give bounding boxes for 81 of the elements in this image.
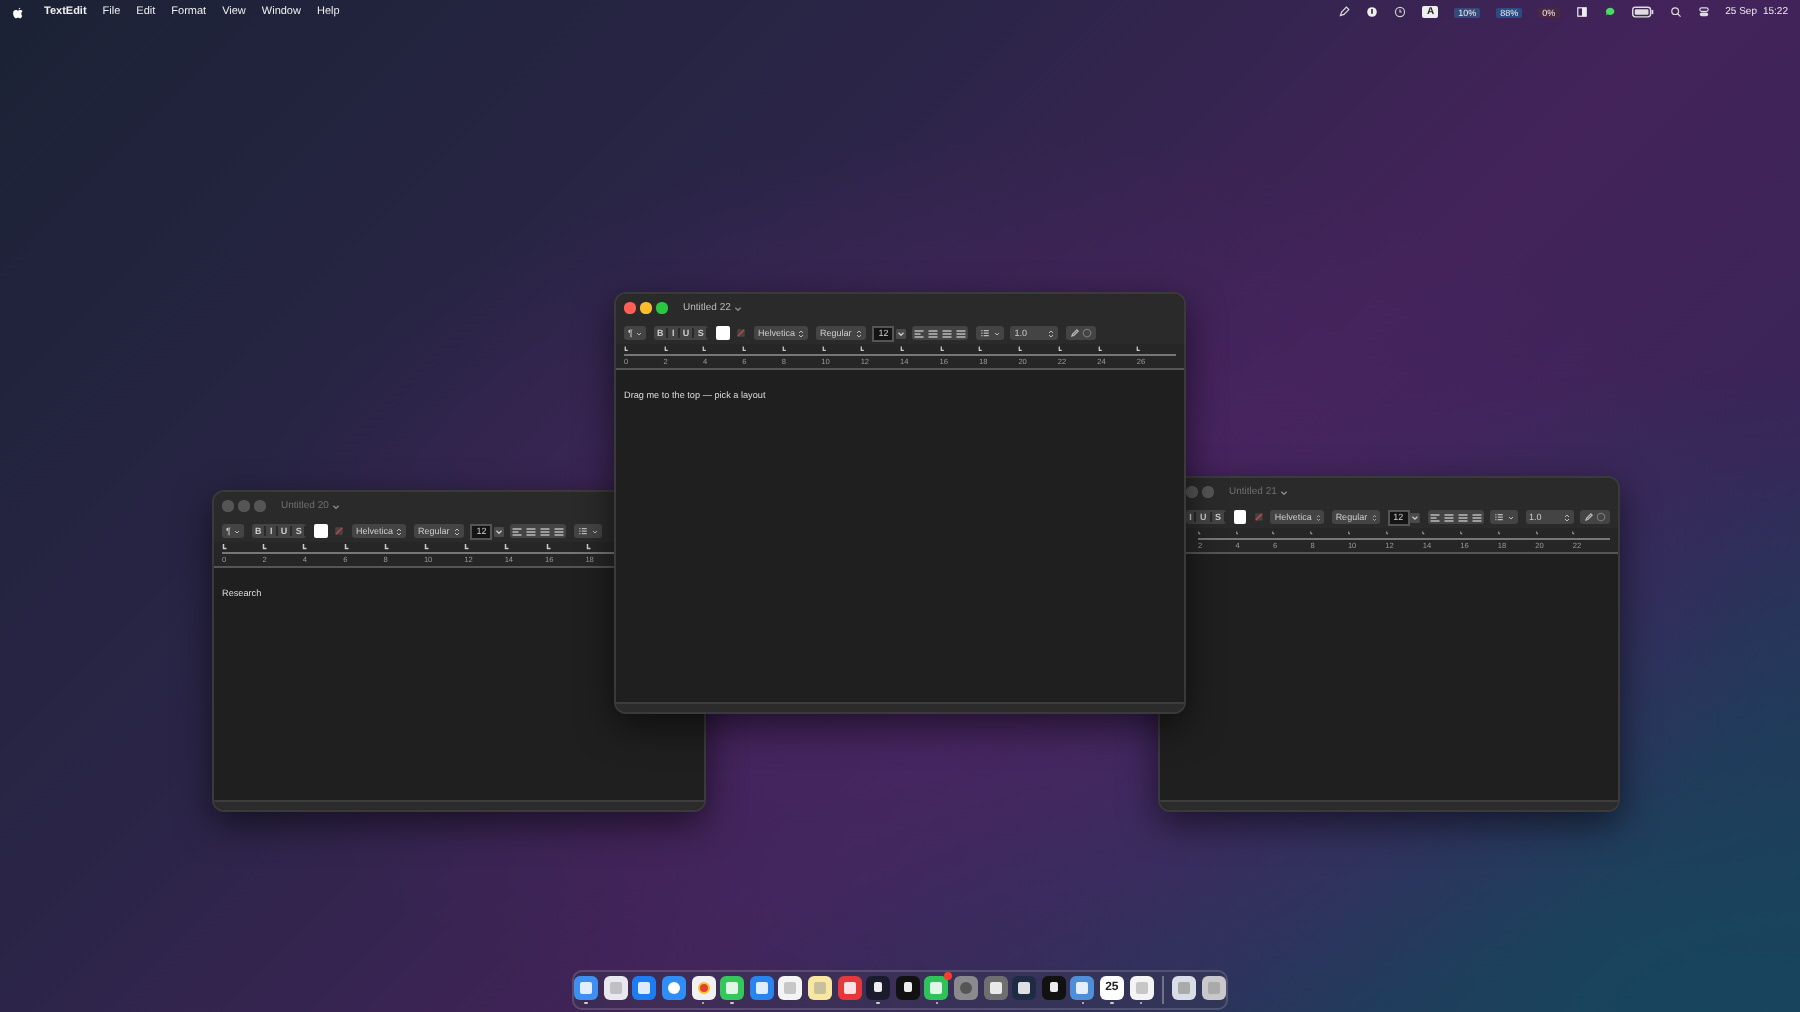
apple-icon[interactable] bbox=[12, 5, 24, 19]
align-icon[interactable] bbox=[552, 525, 567, 537]
align-icon[interactable] bbox=[1427, 511, 1442, 523]
tab-stop-icon[interactable] bbox=[624, 346, 630, 352]
tab-stop-icon[interactable] bbox=[978, 346, 984, 352]
align-icon[interactable] bbox=[1455, 511, 1470, 523]
tab-stop-icon[interactable] bbox=[860, 346, 866, 352]
align-icon[interactable] bbox=[524, 525, 539, 537]
tab-stop-icon[interactable] bbox=[343, 544, 350, 550]
up-down-chevron-icon bbox=[1315, 513, 1321, 521]
minimize-button[interactable] bbox=[640, 302, 651, 314]
crossed-swatch-icon[interactable] bbox=[736, 328, 747, 338]
tab-stop-icon[interactable] bbox=[781, 346, 787, 352]
clock-icon[interactable] bbox=[1394, 6, 1407, 18]
align-icon[interactable] bbox=[926, 327, 941, 339]
tab-stop-icon[interactable] bbox=[585, 544, 592, 550]
sidebar-icon[interactable] bbox=[1575, 6, 1588, 18]
tab-stop-icon[interactable] bbox=[1057, 346, 1063, 352]
color-well[interactable] bbox=[1233, 510, 1247, 524]
up-down-chevron-icon bbox=[1048, 329, 1055, 337]
pencil-icon[interactable] bbox=[1338, 6, 1351, 18]
crossed-swatch-icon[interactable] bbox=[1253, 512, 1264, 522]
search-icon[interactable] bbox=[1669, 6, 1682, 18]
tab-stop-icon[interactable] bbox=[900, 346, 906, 352]
up-down-chevron-icon bbox=[1371, 513, 1377, 521]
align-icon[interactable] bbox=[940, 327, 955, 339]
tab-stop-icon[interactable] bbox=[222, 544, 228, 550]
tab-stop-icon[interactable] bbox=[383, 544, 390, 550]
circle-icon bbox=[1596, 512, 1607, 522]
tab-stop-icon[interactable] bbox=[423, 544, 430, 550]
tab-stop-icon[interactable] bbox=[939, 346, 945, 352]
chevron-down-icon[interactable] bbox=[895, 327, 906, 339]
up-down-chevron-icon bbox=[1563, 513, 1570, 521]
up-down-chevron-icon bbox=[453, 527, 460, 535]
list-icon bbox=[1494, 512, 1505, 522]
chevron-down-icon[interactable] bbox=[332, 503, 341, 509]
tab-stop-icon[interactable] bbox=[1097, 346, 1103, 352]
crossed-swatch-icon[interactable] bbox=[334, 526, 345, 536]
pencil-button[interactable] bbox=[1065, 326, 1096, 340]
tab-stop-icon[interactable] bbox=[1272, 530, 1277, 536]
pencil-icon bbox=[1584, 512, 1595, 522]
circle-icon bbox=[1081, 328, 1092, 338]
zoom-button[interactable] bbox=[656, 302, 667, 314]
tab-stop-icon[interactable] bbox=[464, 544, 471, 550]
chevron-down-icon[interactable] bbox=[1280, 489, 1289, 495]
tab-stop-icon[interactable] bbox=[302, 544, 309, 550]
tab-stop-icon[interactable] bbox=[545, 544, 551, 550]
tab-stop-icon[interactable] bbox=[742, 346, 748, 352]
tab-stop-icon[interactable] bbox=[663, 346, 669, 352]
list-icon bbox=[577, 526, 588, 536]
list-icon bbox=[979, 328, 990, 338]
chevron-down-icon[interactable] bbox=[1410, 511, 1421, 523]
align-icon[interactable] bbox=[1441, 511, 1456, 523]
color-well[interactable] bbox=[715, 326, 730, 340]
battery-icon[interactable] bbox=[1631, 6, 1654, 18]
control-center-icon[interactable] bbox=[1697, 6, 1710, 18]
align-icon[interactable] bbox=[954, 327, 969, 339]
align-icon[interactable] bbox=[912, 327, 927, 339]
up-down-chevron-icon bbox=[798, 329, 805, 337]
pencil-icon bbox=[1069, 328, 1080, 338]
pencil-button[interactable] bbox=[1580, 510, 1611, 524]
chevron-down-icon[interactable] bbox=[493, 525, 504, 537]
up-down-chevron-icon bbox=[396, 527, 403, 535]
tab-stop-icon[interactable] bbox=[262, 544, 269, 550]
list-popup[interactable] bbox=[1490, 510, 1519, 524]
close-button[interactable] bbox=[624, 302, 635, 314]
tab-stop-icon[interactable] bbox=[821, 346, 827, 352]
list-popup[interactable] bbox=[573, 524, 602, 538]
list-popup[interactable] bbox=[975, 326, 1004, 340]
tab-stop-icon[interactable] bbox=[702, 346, 708, 352]
tab-stop-icon[interactable] bbox=[1136, 346, 1142, 352]
up-down-chevron-icon bbox=[855, 329, 862, 337]
color-well[interactable] bbox=[313, 524, 328, 538]
chevron-down-icon[interactable] bbox=[734, 305, 743, 311]
circle-icon[interactable] bbox=[691, 975, 716, 1000]
circle-icon[interactable] bbox=[1366, 6, 1379, 18]
align-icon[interactable] bbox=[510, 525, 525, 537]
align-icon[interactable] bbox=[1469, 511, 1484, 523]
tab-stop-icon[interactable] bbox=[504, 544, 511, 550]
tab-stop-icon[interactable] bbox=[1018, 346, 1024, 352]
align-icon[interactable] bbox=[538, 525, 553, 537]
